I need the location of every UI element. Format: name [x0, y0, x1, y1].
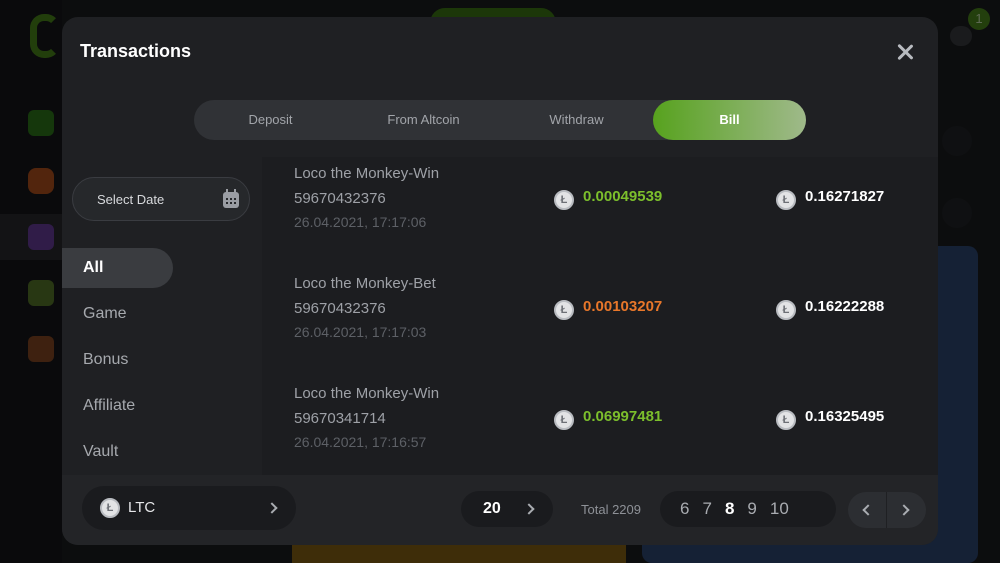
tab-from-altcoin[interactable]: From Altcoin	[347, 100, 500, 140]
transaction-id: 59670341714	[294, 410, 386, 427]
page-button[interactable]: 6	[680, 491, 689, 527]
transaction-time: 26.04.2021, 17:17:06	[294, 214, 427, 230]
next-page-button[interactable]	[887, 492, 926, 528]
page-button[interactable]: 7	[702, 491, 711, 527]
transaction-amount: 0.06997481	[583, 408, 663, 425]
transaction-name: Loco the Monkey-Win	[294, 385, 440, 402]
close-icon[interactable]	[894, 41, 916, 63]
date-picker[interactable]: Select Date	[72, 177, 250, 221]
filter-bonus[interactable]: Bonus	[62, 340, 173, 380]
transaction-balance: 0.16325495	[805, 408, 885, 425]
ltc-coin-icon	[554, 300, 574, 320]
transactions-modal: Transactions Deposit From Altcoin Withdr…	[62, 17, 938, 545]
transaction-row: Loco the Monkey-Win 59670341714 26.04.20…	[262, 377, 938, 487]
tab-deposit[interactable]: Deposit	[194, 100, 347, 140]
pagination: 6 7 8 9 10	[660, 491, 836, 527]
page-button[interactable]: 10	[770, 491, 789, 527]
tab-bill[interactable]: Bill	[653, 100, 806, 140]
filter-all[interactable]: All	[62, 248, 173, 288]
ltc-coin-icon	[100, 498, 120, 518]
previous-page-button[interactable]	[848, 492, 887, 528]
modal-footer: LTC 20 Total 2209 6 7 8 9 10	[62, 475, 938, 545]
ltc-coin-icon	[776, 300, 796, 320]
filter-vault[interactable]: Vault	[62, 432, 173, 472]
transaction-name: Loco the Monkey-Win	[294, 165, 440, 182]
ltc-coin-icon	[776, 410, 796, 430]
page-button-current[interactable]: 8	[725, 491, 734, 527]
transaction-row: Loco the Monkey-Win 59670432376 26.04.20…	[262, 157, 938, 267]
page-button[interactable]: 9	[747, 491, 756, 527]
transaction-balance: 0.16222288	[805, 298, 885, 315]
per-page-value: 20	[483, 500, 501, 517]
date-picker-label: Select Date	[97, 192, 165, 207]
transaction-time: 26.04.2021, 17:16:57	[294, 434, 427, 450]
tab-withdraw[interactable]: Withdraw	[500, 100, 653, 140]
transaction-list[interactable]: Loco the Monkey-Win 59670432376 26.04.20…	[262, 157, 938, 475]
filter-game[interactable]: Game	[62, 294, 173, 334]
modal-title: Transactions	[80, 41, 192, 61]
ltc-coin-icon	[554, 190, 574, 210]
total-count: Total 2209	[581, 502, 641, 517]
transaction-balance: 0.16271827	[805, 188, 885, 205]
transaction-id: 59670432376	[294, 190, 386, 207]
chevron-left-icon	[862, 504, 874, 516]
filter-panel: Select Date All Game Bonus Affiliate Vau…	[62, 157, 262, 475]
filter-affiliate[interactable]: Affiliate	[62, 386, 173, 426]
ltc-coin-icon	[554, 410, 574, 430]
transaction-amount: 0.00049539	[583, 188, 663, 205]
chevron-right-icon	[266, 502, 278, 514]
ltc-coin-icon	[776, 190, 796, 210]
transaction-name: Loco the Monkey-Bet	[294, 275, 436, 292]
currency-select[interactable]: LTC	[82, 486, 296, 530]
pager-arrows	[848, 492, 926, 528]
per-page-select[interactable]: 20	[461, 491, 553, 527]
transaction-time: 26.04.2021, 17:17:03	[294, 324, 427, 340]
calendar-icon	[223, 189, 239, 208]
transaction-row: Loco the Monkey-Bet 59670432376 26.04.20…	[262, 267, 938, 377]
transaction-id: 59670432376	[294, 300, 386, 317]
filter-list: All Game Bonus Affiliate Vault	[62, 248, 262, 478]
chevron-right-icon	[898, 504, 910, 516]
transaction-type-tabs: Deposit From Altcoin Withdraw Bill	[194, 100, 806, 140]
currency-label: LTC	[128, 499, 156, 516]
chevron-right-icon	[523, 503, 535, 515]
transaction-amount: 0.00103207	[583, 298, 663, 315]
